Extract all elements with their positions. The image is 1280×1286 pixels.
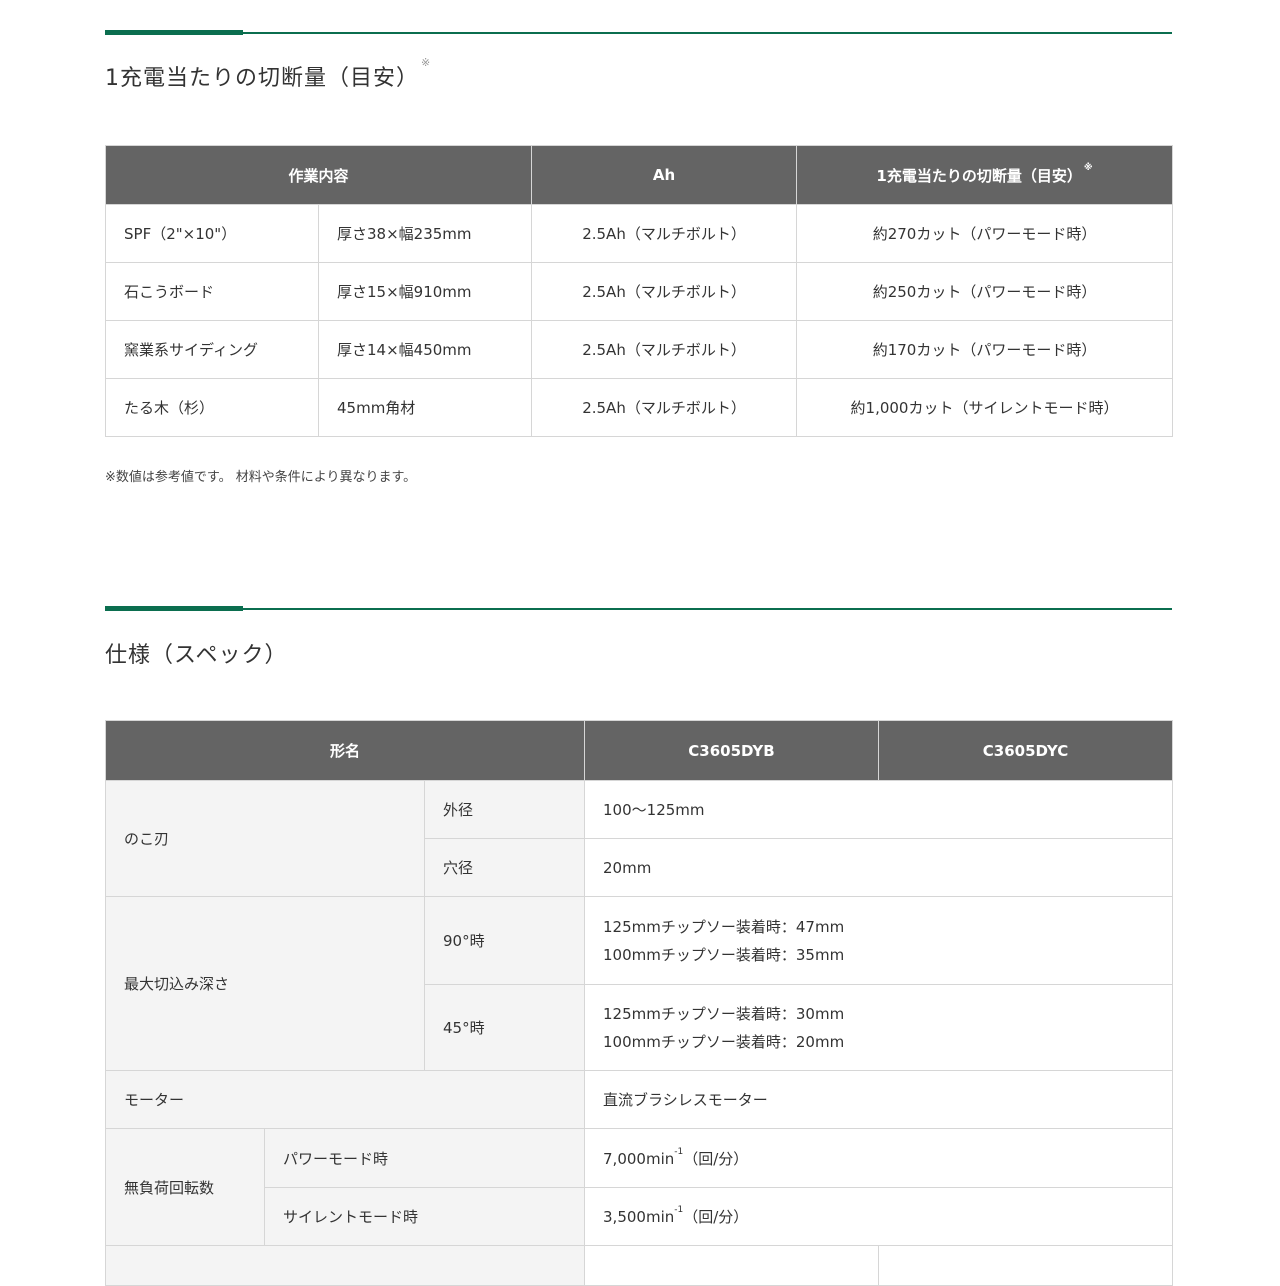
table-row: 無負荷回転数 パワーモード時 7,000min-1（回/分）	[105, 1128, 1174, 1246]
header-work: 作業内容	[104, 145, 533, 205]
hole-diameter-value: 20mm	[584, 838, 1174, 897]
depth-90-value: 125mmチップソー装着時：47mm 100mmチップソー装着時：35mm	[584, 896, 1174, 985]
header-amount-text: 1充電当たりの切断量（目安）	[876, 166, 1082, 185]
table-row: サイレントモード時 3,500min-1（回/分）	[106, 1187, 1174, 1246]
amount-cell: 約170カット（パワーモード時）	[796, 320, 1174, 379]
battery-cell: 2.5Ah（マルチボルト）	[531, 378, 798, 437]
battery-cell: 2.5Ah（マルチボルト）	[531, 204, 798, 263]
silent-speed-number: 3,500min	[603, 1208, 675, 1226]
section-divider	[105, 30, 1172, 35]
size-cell: 45mm角材	[317, 378, 533, 437]
depth-90-label: 90°時	[423, 896, 586, 985]
motor-value: 直流ブラシレスモーター	[584, 1070, 1174, 1129]
cutting-section-title: 1充電当たりの切断量（目安）※	[105, 56, 431, 92]
outer-diameter-label: 外径	[423, 780, 586, 839]
silent-speed-unit: -1	[674, 1205, 684, 1215]
saw-blade-label: のこ刃	[105, 780, 425, 897]
material-cell: SPF（2"×10"）	[105, 204, 319, 263]
header-model-c3605dyb: C3605DYB	[584, 720, 880, 781]
amount-cell: 約1,000カット（サイレントモード時）	[796, 378, 1174, 437]
outer-diameter-value: 100～125mm	[584, 780, 1174, 839]
depth-45-label: 45°時	[423, 984, 586, 1071]
silent-speed-suffix: （回/分）	[683, 1208, 749, 1226]
max-depth-label: 最大切込み深さ	[105, 896, 425, 1071]
cutting-table: 作業内容 Ah 1充電当たりの切断量（目安） ※ SPF（2"×10"） 厚さ38…	[104, 145, 1174, 437]
cutting-title-text: 1充電当たりの切断量（目安）	[105, 66, 419, 91]
header-ah: Ah	[531, 145, 798, 205]
no-load-speed-label: 無負荷回転数	[105, 1128, 265, 1246]
material-cell: たる木（杉）	[105, 378, 319, 437]
table-row: 石こうボード 厚さ15×幅910mm 2.5Ah（マルチボルト） 約250カット…	[105, 262, 1174, 321]
battery-cell: 2.5Ah（マルチボルト）	[531, 262, 798, 321]
cutting-title-mark: ※	[421, 56, 432, 69]
depth-45-line: 100mmチップソー装着時：20mm	[603, 1032, 845, 1051]
spec-section-title: 仕様（スペック）	[105, 643, 288, 668]
material-cell: 窯業系サイディング	[105, 320, 319, 379]
power-mode-value: 7,000min-1（回/分）	[584, 1128, 1174, 1188]
material-cell: 石こうボード	[105, 262, 319, 321]
silent-mode-value: 3,500min-1（回/分）	[584, 1187, 1174, 1246]
section-divider	[105, 606, 1172, 611]
amount-cell: 約250カット（パワーモード時）	[796, 262, 1174, 321]
amount-cell: 約270カット（パワーモード時）	[796, 204, 1174, 263]
power-speed-suffix: （回/分）	[683, 1149, 749, 1168]
table-row: 最大切込み深さ 90°時 125mmチップソー装着時：47mm 100mmチップ…	[105, 896, 1174, 1071]
depth-90-line: 100mmチップソー装着時：35mm	[603, 945, 845, 964]
silent-mode-label: サイレントモード時	[263, 1187, 586, 1246]
power-mode-label: パワーモード時	[263, 1128, 586, 1188]
cutting-header-row: 作業内容 Ah 1充電当たりの切断量（目安） ※	[104, 145, 1174, 205]
motor-label: モーター	[104, 1070, 586, 1129]
hole-diameter-label: 穴径	[423, 838, 586, 897]
power-speed-number: 7,000min	[603, 1149, 675, 1168]
header-amount: 1充電当たりの切断量（目安） ※	[796, 145, 1174, 205]
power-speed-unit: -1	[674, 1146, 684, 1157]
depth-45-value: 125mmチップソー装着時：30mm 100mmチップソー装着時：20mm	[584, 984, 1174, 1071]
section-divider-accent	[105, 30, 243, 35]
header-model: 形名	[104, 720, 586, 781]
header-amount-mark: ※	[1083, 162, 1093, 173]
table-row: のこ刃 外径 100～125mm	[105, 780, 1174, 897]
depth-45-line: 125mmチップソー装着時：30mm	[603, 1004, 845, 1023]
table-row: たる木（杉） 45mm角材 2.5Ah（マルチボルト） 約1,000カット（サイ…	[105, 378, 1174, 437]
header-model-c3605dyc: C3605DYC	[878, 720, 1174, 781]
spec-header-row: 形名 C3605DYB C3605DYC	[104, 720, 1174, 781]
battery-cell: 2.5Ah（マルチボルト）	[531, 320, 798, 379]
depth-90-line: 125mmチップソー装着時：47mm	[603, 917, 845, 936]
size-cell: 厚さ15×幅910mm	[317, 262, 533, 321]
table-row: SPF（2"×10"） 厚さ38×幅235mm 2.5Ah（マルチボルト） 約2…	[105, 204, 1174, 263]
size-cell: 厚さ38×幅235mm	[317, 204, 533, 263]
table-row: 窯業系サイディング 厚さ14×幅450mm 2.5Ah（マルチボルト） 約170…	[105, 320, 1174, 379]
spec-table: 形名 C3605DYB C3605DYC のこ刃 外径 100～125mm 穴径…	[104, 720, 1174, 1286]
section-divider-accent	[105, 606, 243, 611]
size-cell: 厚さ14×幅450mm	[317, 320, 533, 379]
table-row: モーター 直流ブラシレスモーター	[104, 1070, 1174, 1129]
cutting-note: ※数値は参考値です。 材料や条件により異なります。	[105, 470, 417, 485]
